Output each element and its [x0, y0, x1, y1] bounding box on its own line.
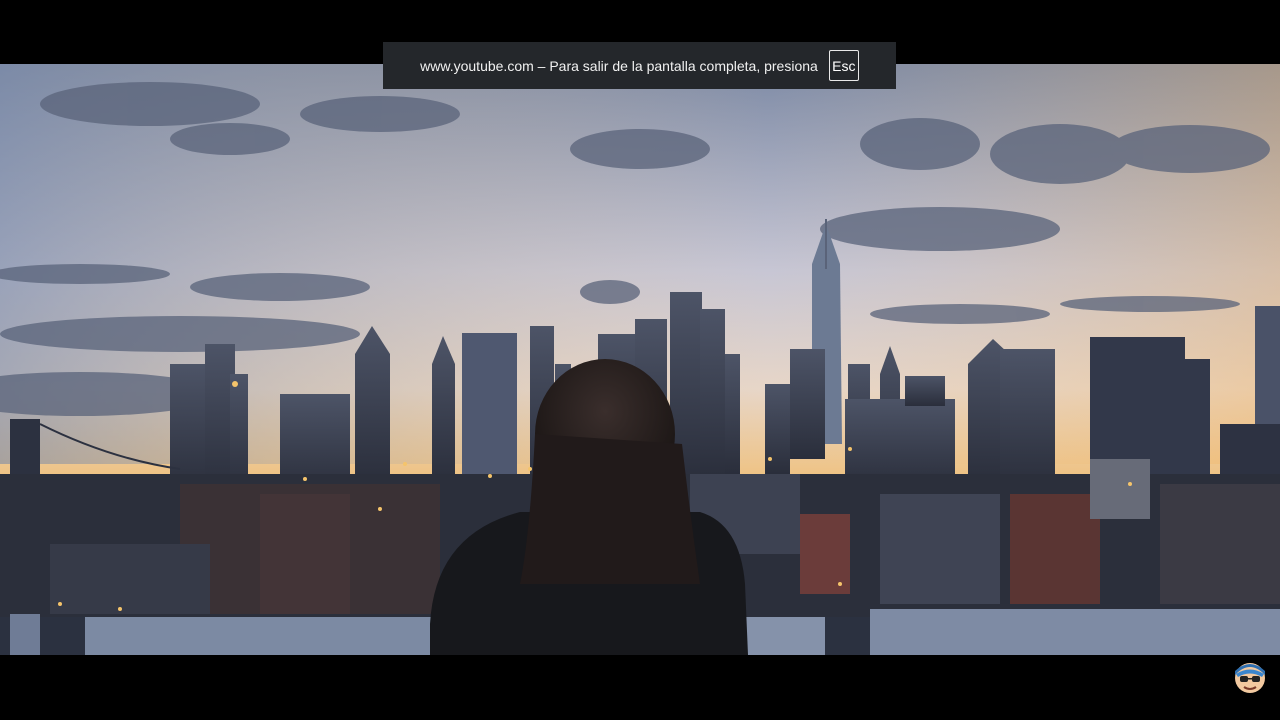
video-scene-image [0, 64, 1280, 655]
fullscreen-notice-text: www.youtube.com – Para salir de la panta… [420, 57, 818, 74]
esc-key-hint: Esc [828, 50, 859, 81]
fullscreen-exit-notice: www.youtube.com – Para salir de la panta… [383, 42, 896, 89]
avatar-icon [1235, 663, 1265, 693]
cartoon-avatar-icon[interactable] [1232, 659, 1268, 695]
video-frame[interactable] [0, 64, 1280, 655]
